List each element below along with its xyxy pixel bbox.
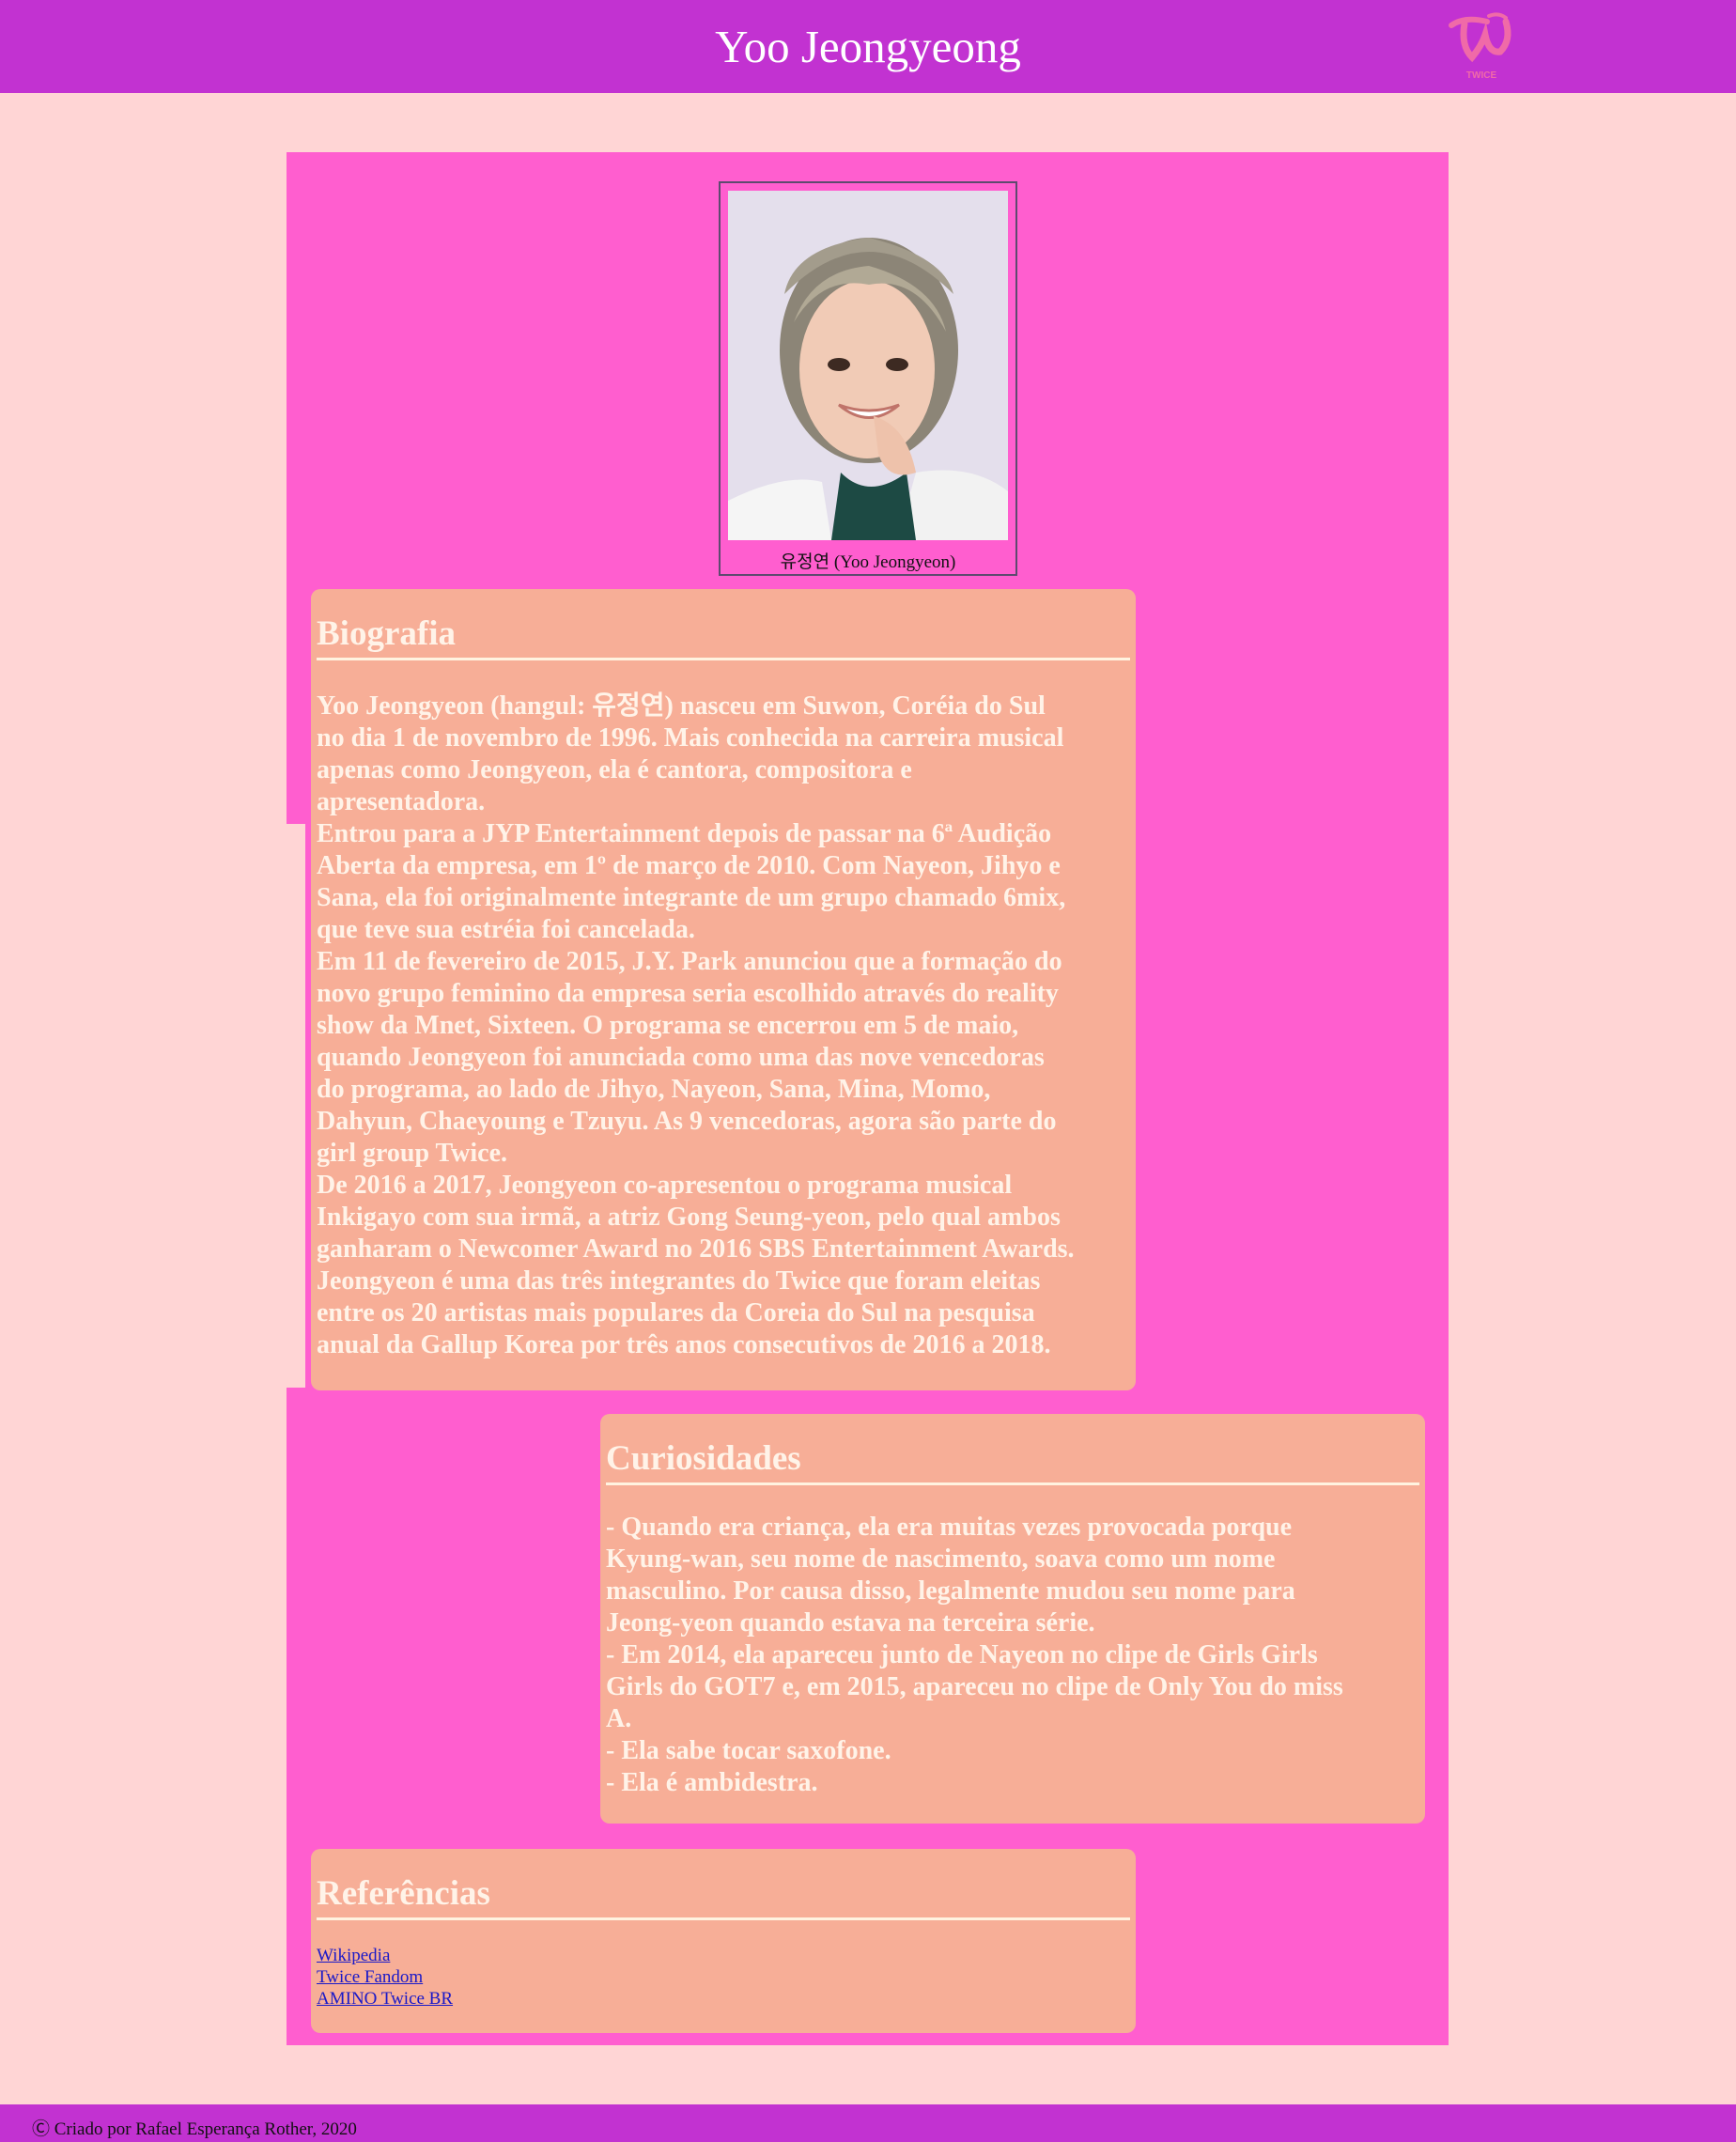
link-wikipedia[interactable]: Wikipedia — [317, 1945, 1130, 1966]
profile-figure: 유정연 (Yoo Jeongyeon) — [719, 181, 1017, 576]
biography-heading: Biografia — [317, 613, 1130, 660]
biography-section: Biografia Yoo Jeongyeon (hangul: 유정연) na… — [311, 589, 1136, 1390]
link-amino-twice-br[interactable]: AMINO Twice BR — [317, 1988, 1130, 2010]
photo-caption: 유정연 (Yoo Jeongyeon) — [780, 552, 956, 572]
panel-notch — [287, 824, 305, 1388]
curiosities-text: - Quando era criança, ela era muitas vez… — [606, 1513, 1343, 1797]
references-list: Wikipedia Twice Fandom AMINO Twice BR — [317, 1945, 1130, 2010]
references-heading: Referências — [317, 1873, 1130, 1920]
link-twice-fandom[interactable]: Twice Fandom — [317, 1966, 1130, 1988]
portrait-photo — [728, 191, 1008, 540]
biography-text: Yoo Jeongyeon (hangul: 유정연) nasceu em Su… — [317, 691, 1075, 1359]
curiosities-heading: Curiosidades — [606, 1438, 1419, 1485]
twice-logo: TWICE — [1444, 8, 1519, 84]
curiosities-section: Curiosidades - Quando era criança, ela e… — [600, 1414, 1425, 1824]
footer-credit: Ⓒ Criado por Rafael Esperança Rother, 20… — [32, 2119, 357, 2139]
references-section: Referências Wikipedia Twice Fandom AMINO… — [311, 1849, 1136, 2033]
logo-text: TWICE — [1466, 70, 1497, 81]
